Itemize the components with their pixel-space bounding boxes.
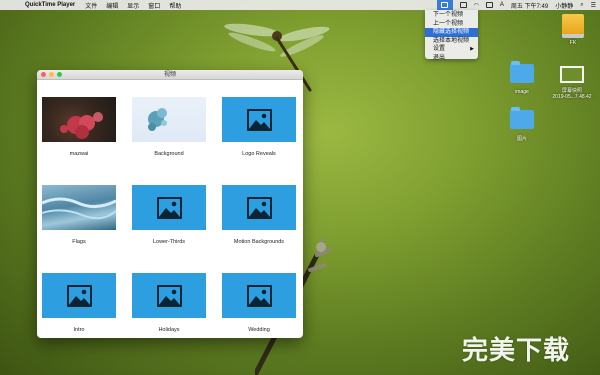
video-label: Background [154,151,184,157]
folder-label: image [515,89,529,95]
wifi-icon[interactable]: ◠ [474,2,479,9]
status-dropdown-menu: 下一个视频 上一个视频 隐藏选择视频 选择本地视频 设置 ▶ 退出 [425,10,478,61]
image-placeholder-icon [156,284,182,307]
video-item-mazwai[interactable]: mazwai [41,97,117,175]
video-item-holidays[interactable]: Holidays [131,273,207,338]
video-label: Intro [73,327,85,333]
menu-view[interactable]: 显示 [127,1,139,10]
drive-icon [562,14,584,38]
desktop-screenshot-file[interactable]: 屏幕快照 2019-05...7.48.42 [547,66,597,100]
traffic-lights [41,72,62,77]
flower-image-icon [60,112,103,139]
minimize-button[interactable] [49,72,54,77]
screenshot-label-1: 屏幕快照 [561,88,582,94]
video-thumbnail[interactable] [42,273,116,318]
menubar-clock[interactable]: 周五 下午7:49 [511,1,548,10]
quicktime-status-icon[interactable] [436,0,453,10]
video-label: Wedding [248,327,270,333]
drive-label: FK [569,40,577,46]
bubble-image-icon [148,108,167,131]
video-thumbnail[interactable] [132,273,206,318]
menu-window[interactable]: 窗口 [148,1,160,10]
menu-item-quit[interactable]: 退出 [425,54,478,63]
airplay-icon[interactable] [459,2,467,8]
video-grid: mazwai Background Logo Reveals Flags Low… [37,80,303,338]
menu-help[interactable]: 帮助 [169,1,181,10]
video-label: Holidays [158,327,180,333]
menu-item-hide-video[interactable]: 隐藏选择视频 [425,28,478,37]
app-menu[interactable]: QuickTime Player [25,2,75,8]
video-item-lower-thirds[interactable]: Lower-Thirds [131,185,207,263]
menu-item-next-video[interactable]: 下一个视频 [425,11,478,20]
input-method-icon[interactable]: A [500,2,504,8]
menu-item-prev-video[interactable]: 上一个视频 [425,20,478,29]
video-label: Motion Backgrounds [233,239,285,245]
battery-icon[interactable] [485,2,493,8]
folder-label: 图片 [516,136,527,142]
video-label: mazwai [69,151,89,157]
video-thumbnail[interactable] [42,185,116,230]
screenshot-thumbnail-icon [560,66,584,83]
video-thumbnail[interactable] [42,97,116,142]
folder-icon [510,107,534,129]
close-button[interactable] [41,72,46,77]
desktop-folder-pictures[interactable]: 图片 [504,107,540,142]
video-thumbnail[interactable] [222,97,296,142]
image-placeholder-icon [246,196,272,219]
video-item-background[interactable]: Background [131,97,207,175]
window-title: 视频 [163,72,176,78]
menu-item-local-video[interactable]: 选择本地视频 [425,37,478,46]
submenu-arrow-icon: ▶ [470,46,474,53]
image-placeholder-icon [66,284,92,307]
image-placeholder-icon [246,284,272,307]
spotlight-icon[interactable]: ⌕ [580,2,583,9]
menu-bar: QuickTime Player 文件 编辑 显示 窗口 帮助 ◠ A 周五 下… [0,0,600,10]
video-item-logo-reveals[interactable]: Logo Reveals [221,97,297,175]
menu-edit[interactable]: 编辑 [106,1,118,10]
notification-center-icon[interactable]: ☰ [591,2,596,9]
watermark-text: 完美下载 [462,336,571,366]
menubar-user[interactable]: 小静静 [555,1,573,10]
video-label: Lower-Thirds [152,239,186,245]
video-item-flags[interactable]: Flags [41,185,117,263]
video-thumbnail[interactable] [132,97,206,142]
desktop-folder-image[interactable]: image [504,61,540,95]
desktop-drive-fk[interactable]: FK [556,14,590,46]
screenshot-label-2: 2019-05...7.48.42 [552,94,592,100]
menu-file[interactable]: 文件 [85,1,97,10]
folder-icon [510,61,534,83]
image-placeholder-icon [246,108,272,131]
video-item-intro[interactable]: Intro [41,273,117,338]
settings-label: 设置 [433,46,446,53]
water-image-icon [42,197,116,220]
video-thumbnail[interactable] [222,273,296,318]
video-thumbnail[interactable] [132,185,206,230]
video-label: Logo Reveals [242,151,276,157]
image-placeholder-icon [156,196,182,219]
menu-item-settings[interactable]: 设置 ▶ [425,45,478,54]
zoom-button[interactable] [57,72,62,77]
video-window: 视频 mazwai Background Logo Reveals Flags … [37,70,303,338]
video-label: Flags [72,239,86,245]
video-item-motion-backgrounds[interactable]: Motion Backgrounds [221,185,297,263]
window-titlebar[interactable]: 视频 [37,70,303,80]
video-item-wedding[interactable]: Wedding [221,273,297,338]
video-thumbnail[interactable] [222,185,296,230]
